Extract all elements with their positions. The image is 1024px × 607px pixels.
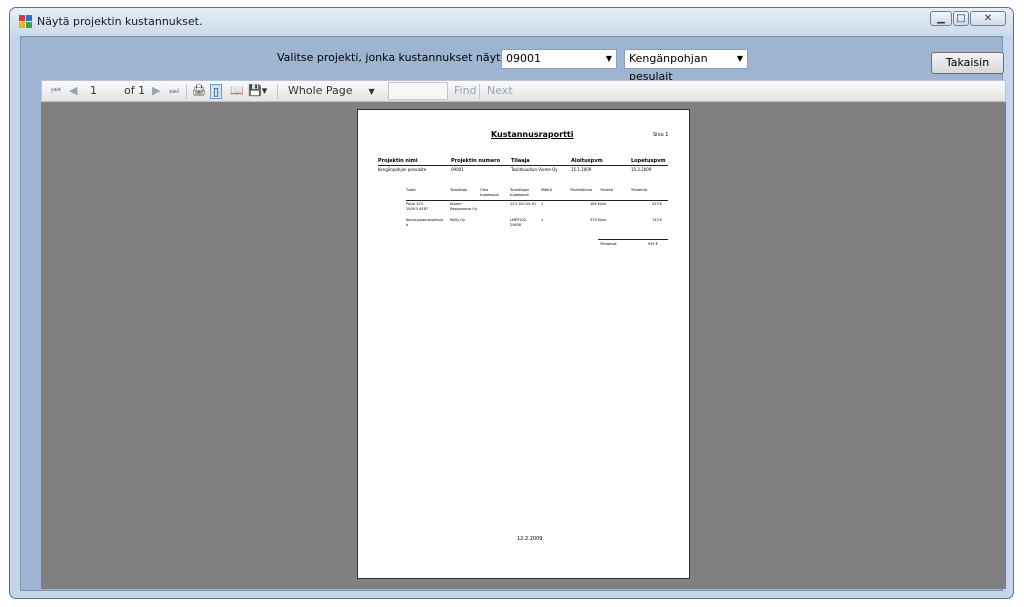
header-start-date: Aloituspvm (571, 158, 603, 164)
toolbar-separator (479, 84, 480, 99)
chevron-down-icon: ▼ (605, 54, 612, 63)
maximize-icon[interactable]: □ (953, 11, 969, 26)
item-header: Yksikköhinta (570, 188, 592, 192)
report-toolbar: ⏮ ◀ 1 of 1 ▶ ⏭ 🖨 ▯ 📖 💾▾ Whole Page ▼ Find… (41, 80, 1006, 102)
total-value: 945 € (648, 242, 659, 246)
item-cell: Kuivauslaseukujenpp a (406, 218, 443, 227)
project-number-value: 09001 (506, 52, 541, 65)
value-end-date: 15.2.2009 (631, 167, 652, 172)
current-page-input[interactable]: 1 (90, 84, 97, 97)
client-area: Valitse projekti, jonka kustannukset näy… (20, 36, 1006, 591)
item-header: Yhteensä (631, 188, 648, 192)
value-project-number: 09001 (451, 167, 464, 172)
item-cell: 223-100-09-01 (510, 202, 537, 206)
back-button[interactable]: Takaisin (931, 52, 1004, 74)
item-cell: Pesia 223-1009.5.6187 (406, 202, 429, 211)
zoom-dropdown[interactable]: Whole Page ▼ (288, 84, 375, 97)
minimize-icon[interactable]: ▁ (930, 11, 952, 26)
value-start-date: 15.1.2009 (571, 167, 592, 172)
item-cell: 1 (541, 202, 544, 206)
item-cell: 1 (541, 218, 544, 222)
project-number-dropdown[interactable]: 09001 ▼ (501, 49, 617, 69)
footer-date: 12.2.2009 (517, 536, 543, 542)
report-page: Kustannusraportti Sivu 1 Projektin nimi … (357, 109, 690, 579)
divider (406, 200, 668, 201)
item-header: Yksikkö (600, 188, 614, 192)
page-count: of 1 (124, 84, 146, 97)
total-label: Yhteensä: (600, 242, 618, 246)
app-window: Näytä projektin kustannukset. ▁ □ ✕ Vali… (9, 7, 1014, 599)
app-icon (19, 15, 33, 29)
find-input[interactable] (388, 82, 448, 100)
zoom-value: Whole Page (288, 84, 353, 97)
project-name-value: Kengänpohjan pesulait (629, 52, 708, 83)
last-page-icon[interactable]: ⏭ (169, 84, 179, 98)
item-header: Tuote (406, 188, 416, 192)
header-project-number: Projektin numero (451, 158, 501, 164)
item-cell: 223 € (652, 202, 663, 206)
item-cell: LMEP102-29838 (510, 218, 528, 227)
save-icon[interactable]: 💾▾ (248, 84, 267, 97)
previous-page-icon[interactable]: ◀ (69, 84, 77, 97)
item-cell: 165 €/kpl (590, 202, 607, 206)
project-name-dropdown[interactable]: Kengänpohjan pesulait ▼ (624, 49, 748, 83)
header-project-name: Projektin nimi (378, 158, 418, 164)
item-header: Toimittajan tuotekoodi (510, 188, 530, 197)
item-cell: Aiseen Rasponanse Oy (450, 202, 478, 211)
divider (378, 165, 668, 166)
header-client: Tilaaja (511, 158, 530, 164)
value-project-name: Kengänpohjan pesulaite (378, 167, 427, 172)
print-layout-icon[interactable]: ▯ (210, 84, 223, 99)
report-title: Kustannusraportti (491, 130, 574, 139)
title-bar: Näytä projektin kustannukset. ▁ □ ✕ (10, 8, 1013, 36)
item-cell: 374 €/kpl (590, 218, 607, 222)
first-page-icon[interactable]: ⏮ (51, 84, 61, 98)
page-label: Sivu 1 (653, 132, 669, 138)
project-prompt: Valitse projekti, jonka kustannukset näy… (277, 51, 536, 64)
window-title: Näytä projektin kustannukset. (37, 15, 203, 28)
item-header: Toimittaja (450, 188, 468, 192)
item-cell: 743 € (652, 218, 663, 222)
value-client: Tosiitkuudion Viome Oy (511, 167, 558, 172)
report-viewer[interactable]: Kustannusraportti Sivu 1 Projektin nimi … (41, 102, 1006, 589)
item-header: Määrä (541, 188, 552, 192)
page-setup-icon[interactable]: 📖 (230, 84, 244, 97)
find-link[interactable]: Find (454, 84, 477, 97)
next-link[interactable]: Next (487, 84, 513, 97)
toolbar-separator (277, 84, 278, 99)
toolbar-separator (186, 84, 187, 99)
chevron-down-icon: ▼ (736, 54, 743, 63)
print-icon[interactable]: 🖨 (192, 84, 206, 97)
item-cell: Mylly Oy (450, 218, 466, 222)
item-header: Oma tuotekoodi (480, 188, 499, 197)
chevron-down-icon: ▼ (368, 87, 375, 96)
divider (598, 239, 668, 240)
next-page-icon[interactable]: ▶ (152, 84, 160, 97)
header-end-date: Lopetuspvm (631, 158, 666, 164)
close-icon[interactable]: ✕ (970, 11, 1006, 26)
